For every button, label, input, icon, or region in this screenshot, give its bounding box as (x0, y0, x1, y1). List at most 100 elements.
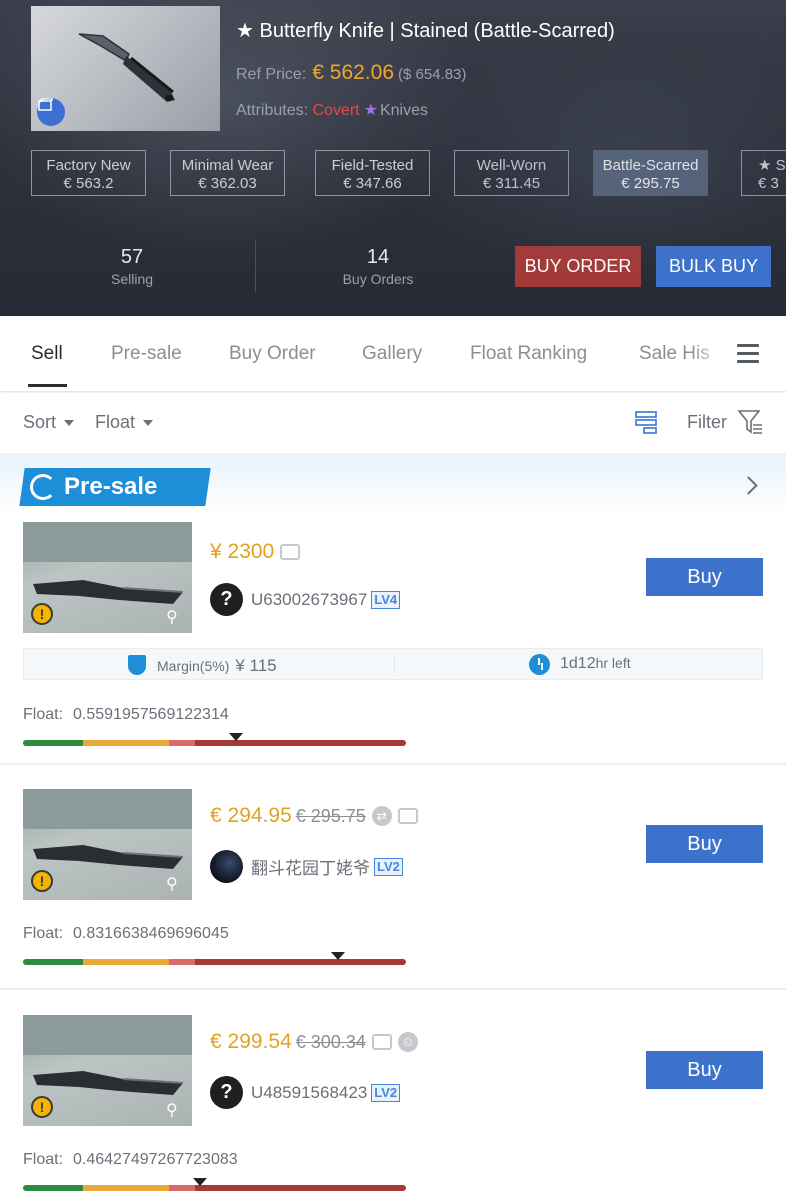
filter-label[interactable]: Filter (687, 412, 727, 433)
active-tab-indicator (28, 384, 67, 387)
avatar: ? (210, 1076, 243, 1109)
trade-icon: ⇄ (371, 806, 392, 827)
wear-selector: Factory New € 563.2 Minimal Wear € 362.03 … (31, 150, 786, 198)
sort-bar: Sort Float Filter (0, 393, 786, 453)
listing-image[interactable]: ! ⚲ (23, 789, 192, 900)
wear-name: Factory New (46, 157, 131, 174)
margin-label: Margin(5%) (157, 658, 230, 674)
wear-field-tested[interactable]: Field-Tested € 347.66 (315, 150, 430, 196)
listing-price: € 294.95 € 295.75 ⇄ (210, 804, 418, 828)
level-badge: LV4 (371, 590, 401, 609)
rarity-covert: Covert (312, 102, 360, 119)
listing-image[interactable]: ! ⚲ (23, 1015, 192, 1126)
listing-item: ! ⚲ € 294.95 € 295.75 ⇄ 翻斗花园丁姥爷 LV2 Buy (0, 765, 786, 990)
float-label: Float (95, 412, 136, 432)
float-value: 0.46427497267723083 (73, 1151, 238, 1168)
wear-battle-scarred[interactable]: Battle-Scarred € 295.75 (593, 150, 708, 196)
tab-sell[interactable]: Sell (31, 343, 63, 365)
item-attributes: Attributes: Covert ★ Knives (236, 100, 428, 120)
divider (394, 657, 395, 673)
bulk-buy-button[interactable]: BULK BUY (656, 246, 771, 287)
wear-price: € 362.03 (198, 175, 257, 192)
layout-toggle-icon[interactable] (634, 409, 660, 440)
ref-price-usd: ($ 654.83) (398, 66, 467, 83)
buy-button[interactable]: Buy (646, 1051, 763, 1089)
wear-name: Field-Tested (331, 157, 414, 174)
sort-dropdown[interactable]: Sort (23, 412, 75, 433)
original-price: € 295.75 (295, 806, 366, 826)
cooldown-icon: ⏲ (397, 1032, 418, 1053)
price-value: € 294.95 (210, 804, 292, 827)
filter-icon[interactable] (737, 408, 763, 441)
inspect-icon[interactable]: ⚲ (166, 874, 186, 894)
float-bar (23, 1185, 406, 1191)
presale-info-row: Margin(5%) ¥ 115 1d12hr left (23, 648, 763, 680)
wear-name: ★ St (758, 157, 786, 174)
seller-name: 翻斗花园丁姥爷 (251, 859, 370, 878)
star-icon: ★ (363, 102, 378, 119)
seller-name: U63002673967 (251, 589, 368, 609)
wear-price: € 347.66 (343, 175, 402, 192)
avatar: ? (210, 583, 243, 616)
presale-icon (30, 474, 56, 500)
price-value: ¥ 2300 (210, 540, 275, 563)
float-marker (331, 952, 345, 960)
buy-order-button[interactable]: BUY ORDER (515, 246, 641, 287)
tab-pre-sale[interactable]: Pre-sale (111, 343, 182, 365)
buy-orders-label: Buy Orders (342, 271, 414, 287)
warning-icon: ! (31, 870, 53, 892)
inspect-icon[interactable]: ⚲ (166, 607, 186, 627)
selling-stat[interactable]: 57 Selling (80, 246, 184, 287)
tab-float-ranking[interactable]: Float Ranking (470, 343, 587, 365)
seller-info[interactable]: ? U63002673967 LV4 (210, 583, 401, 616)
tab-buy-order[interactable]: Buy Order (229, 343, 316, 365)
float-value-row: Float: 0.8316638469696045 (23, 925, 229, 943)
wear-factory-new[interactable]: Factory New € 563.2 (31, 150, 146, 196)
wear-price: € 563.2 (63, 175, 114, 192)
buy-orders-stat[interactable]: 14 Buy Orders (323, 246, 433, 287)
wear-well-worn[interactable]: Well-Worn € 311.45 (454, 150, 569, 196)
wear-minimal-wear[interactable]: Minimal Wear € 362.03 (170, 150, 285, 196)
clock-icon (529, 654, 550, 675)
wear-price: € 3 (758, 175, 779, 192)
float-bar (23, 740, 406, 746)
float-dropdown[interactable]: Float (95, 412, 154, 433)
seller-name: U48591568423 (251, 1082, 368, 1102)
float-label: Float: (23, 925, 64, 942)
selling-label: Selling (110, 271, 154, 287)
chevron-down-icon (64, 420, 75, 427)
time-left-unit: hr left (595, 655, 631, 671)
3d-view-icon[interactable] (37, 98, 65, 126)
item-title: ★ Butterfly Knife | Stained (Battle-Scar… (236, 20, 615, 42)
sort-label: Sort (23, 412, 57, 432)
original-price: € 300.34 (295, 1032, 366, 1052)
stats-divider (255, 240, 256, 292)
time-left-value: 1d12 (560, 655, 596, 672)
seller-info[interactable]: ? U48591568423 LV2 (210, 1076, 401, 1109)
listing-image[interactable]: ! ⚲ (23, 522, 192, 633)
buy-button[interactable]: Buy (646, 558, 763, 596)
menu-icon[interactable] (737, 344, 759, 364)
seller-info[interactable]: 翻斗花园丁姥爷 LV2 (210, 850, 403, 883)
wear-name: Minimal Wear (181, 157, 274, 174)
ref-price: Ref Price: € 562.06 ($ 654.83) (236, 61, 466, 85)
ref-price-eur: € 562.06 (312, 61, 394, 84)
buy-button[interactable]: Buy (646, 825, 763, 863)
float-marker (193, 1178, 207, 1186)
wear-price: € 311.45 (482, 175, 541, 192)
level-badge: LV2 (371, 1083, 401, 1102)
inspect-icon[interactable]: ⚲ (166, 1100, 186, 1120)
float-label: Float: (23, 1151, 64, 1168)
float-value-row: Float: 0.5591957569122314 (23, 706, 229, 724)
float-value: 0.5591957569122314 (73, 706, 229, 723)
presale-tag: Pre-sale (30, 468, 157, 506)
shield-icon (128, 655, 146, 675)
item-header: ★ Butterfly Knife | Stained (Battle-Scar… (0, 0, 786, 316)
listing-item: ! ⚲ ¥ 2300 ? U63002673967 LV4 Buy (0, 515, 786, 765)
wear-stattrak[interactable]: ★ St€ 3 (741, 150, 786, 196)
tab-gallery[interactable]: Gallery (362, 343, 422, 365)
wear-price: € 295.75 (621, 175, 680, 192)
listing-price: ¥ 2300 (210, 540, 301, 564)
item-thumbnail[interactable] (31, 6, 220, 131)
float-label: Float: (23, 706, 64, 723)
